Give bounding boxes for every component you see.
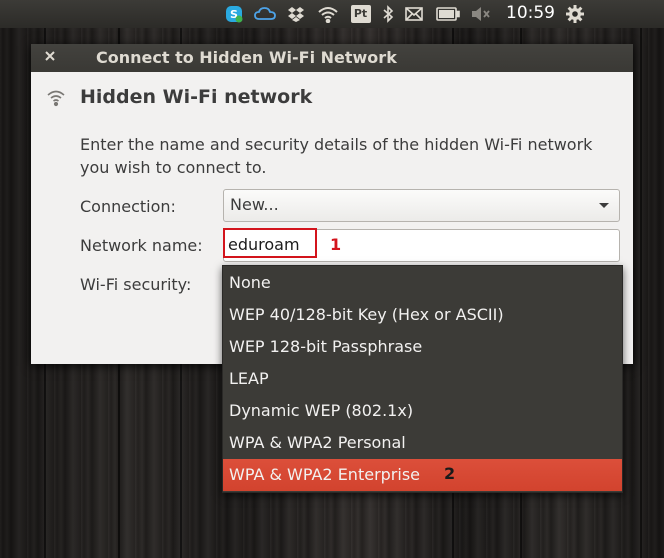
settings-gear-icon[interactable] [564,4,586,24]
skype-icon[interactable]: S [224,4,244,24]
security-option-wep-passphrase[interactable]: WEP 128-bit Passphrase [223,331,622,363]
panel-clock[interactable]: 10:59 [506,3,555,23]
security-option-wpa-enterprise[interactable]: WPA & WPA2 Enterprise 2 [223,459,622,491]
volume-muted-icon[interactable] [470,4,492,24]
wifi-security-dropdown[interactable]: None WEP 40/128-bit Key (Hex or ASCII) W… [222,265,623,493]
connection-combobox[interactable]: New... [223,189,620,222]
dropbox-icon[interactable] [286,4,306,24]
pt-icon[interactable]: Pt [350,4,371,24]
connection-label: Connection: [80,197,176,216]
wifi-security-label: Wi-Fi security: [80,275,192,294]
bluetooth-icon[interactable] [380,4,396,24]
security-option-leap[interactable]: LEAP [223,363,622,395]
network-name-label: Network name: [80,236,203,255]
close-button[interactable] [41,48,59,66]
top-panel: S Pt 10:59 [0,0,664,28]
security-option-dynamic-wep[interactable]: Dynamic WEP (802.1x) [223,395,622,427]
security-option-none[interactable]: None [223,267,622,299]
wifi-signal-icon [46,89,66,111]
close-icon [45,51,55,61]
security-option-wep-key[interactable]: WEP 40/128-bit Key (Hex or ASCII) [223,299,622,331]
security-option-wpa-personal[interactable]: WPA & WPA2 Personal [223,427,622,459]
annotation-highlight-box [223,228,317,258]
cloud-icon[interactable] [254,4,276,24]
chevron-down-icon [599,203,609,208]
battery-icon[interactable] [435,4,461,24]
mail-icon[interactable] [404,4,424,24]
wifi-icon[interactable] [316,4,340,24]
dialog-titlebar[interactable]: Connect to Hidden Wi-Fi Network [31,44,633,72]
wood-plank-seam [640,0,642,558]
dialog-description: Enter the name and security details of t… [80,135,593,177]
pt-indicator-label: Pt [350,5,371,23]
dialog-title: Connect to Hidden Wi-Fi Network [96,48,397,67]
connection-value: New... [230,195,279,214]
annotation-marker-2: 2 [444,464,456,483]
dialog-heading: Hidden Wi-Fi network [80,86,313,108]
annotation-marker-1: 1 [330,235,342,254]
